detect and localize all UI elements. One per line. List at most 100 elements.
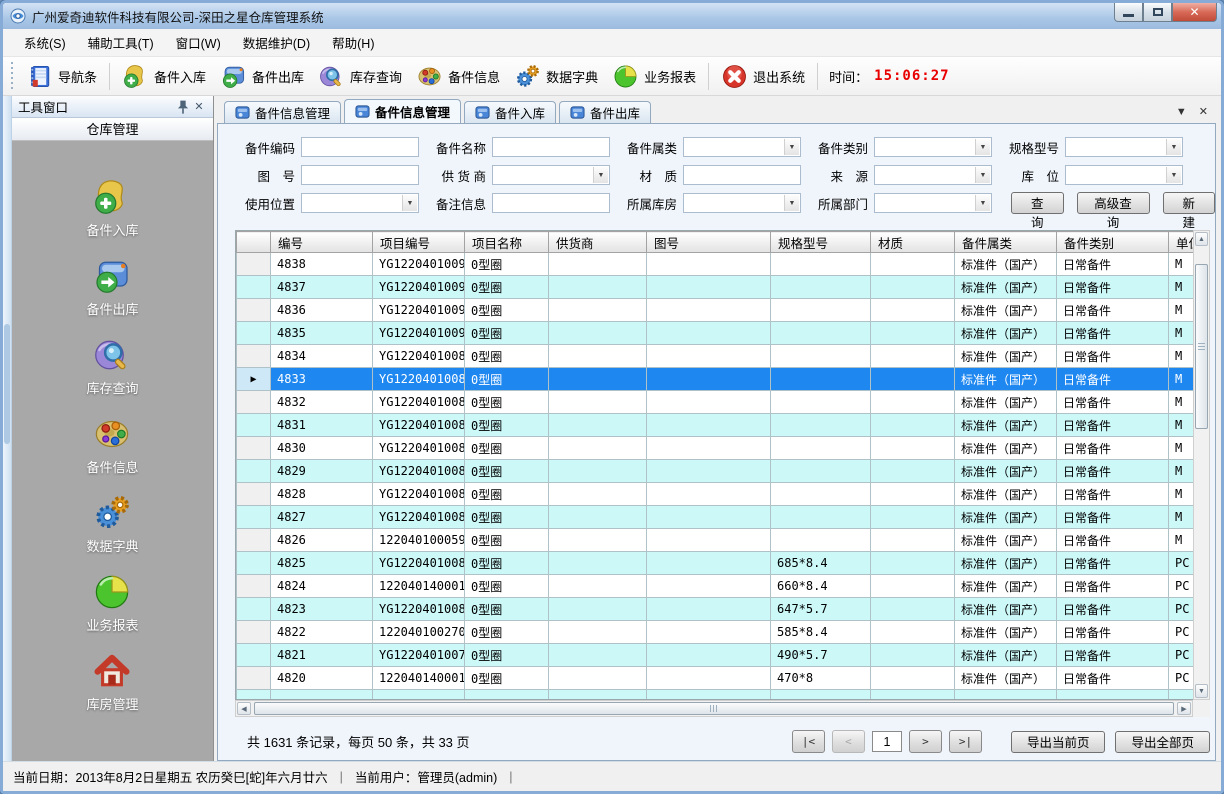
table-cell[interactable]: YG12204010079 bbox=[373, 644, 465, 667]
table-cell[interactable]: 标准件（国产） bbox=[955, 460, 1057, 483]
vertical-scroll-thumb[interactable] bbox=[1195, 264, 1208, 429]
table-row[interactable] bbox=[237, 690, 1194, 701]
table-cell[interactable]: 0型圈 bbox=[465, 437, 549, 460]
scroll-up-icon[interactable]: ▲ bbox=[1195, 232, 1208, 246]
table-cell[interactable]: 日常备件 bbox=[1057, 552, 1169, 575]
table-cell[interactable]: M bbox=[1169, 483, 1194, 506]
table-row[interactable]: 4828YG122040100830型圈标准件（国产）日常备件M bbox=[237, 483, 1194, 506]
table-cell[interactable]: 4834 bbox=[271, 345, 373, 368]
row-selector-cell[interactable] bbox=[237, 529, 271, 552]
table-row[interactable]: 4836YG122040100910型圈标准件（国产）日常备件M bbox=[237, 299, 1194, 322]
table-row[interactable]: 4832YG122040100870型圈标准件（国产）日常备件M bbox=[237, 391, 1194, 414]
table-cell[interactable] bbox=[871, 506, 955, 529]
table-cell[interactable]: PC bbox=[1169, 667, 1194, 690]
row-selector-cell[interactable] bbox=[237, 391, 271, 414]
column-header[interactable]: 编号 bbox=[271, 232, 373, 253]
table-cell[interactable] bbox=[647, 506, 771, 529]
table-cell[interactable]: M bbox=[1169, 437, 1194, 460]
scroll-right-icon[interactable]: ▶ bbox=[1177, 702, 1191, 715]
table-cell[interactable]: YG12204010082 bbox=[373, 506, 465, 529]
table-cell[interactable]: YG12204010083 bbox=[373, 483, 465, 506]
table-cell[interactable] bbox=[647, 253, 771, 276]
maximize-button[interactable] bbox=[1143, 3, 1172, 22]
column-header[interactable]: 单位 bbox=[1169, 232, 1194, 253]
table-row[interactable]: 482412204014000120型圈660*8.4标准件（国产）日常备件PC bbox=[237, 575, 1194, 598]
sidebar-item-report[interactable]: 业务报表 bbox=[86, 572, 138, 634]
table-cell[interactable]: 0型圈 bbox=[465, 529, 549, 552]
sidebar-scrollbar-thumb[interactable] bbox=[4, 324, 10, 444]
table-cell[interactable]: YG12204010087 bbox=[373, 391, 465, 414]
table-cell[interactable]: 0型圈 bbox=[465, 483, 549, 506]
page-number-input[interactable] bbox=[872, 731, 902, 752]
table-cell[interactable] bbox=[955, 690, 1057, 701]
table-cell[interactable]: 0型圈 bbox=[465, 644, 549, 667]
row-selector-cell[interactable] bbox=[237, 345, 271, 368]
spec-model-select[interactable]: ▼ bbox=[1065, 137, 1183, 157]
table-cell[interactable] bbox=[871, 391, 955, 414]
table-cell[interactable] bbox=[771, 345, 871, 368]
next-page-button[interactable]: > bbox=[909, 730, 942, 753]
table-cell[interactable] bbox=[771, 253, 871, 276]
table-cell[interactable]: 日常备件 bbox=[1057, 368, 1169, 391]
table-cell[interactable]: 日常备件 bbox=[1057, 644, 1169, 667]
tab-spare-info-mgmt-2[interactable]: 备件信息管理 bbox=[344, 99, 461, 123]
table-row[interactable]: 4835YG122040100900型圈标准件（国产）日常备件M bbox=[237, 322, 1194, 345]
sidebar-item-spare-in[interactable]: 备件入库 bbox=[86, 177, 138, 239]
table-cell[interactable] bbox=[647, 575, 771, 598]
table-cell[interactable] bbox=[647, 598, 771, 621]
query-button[interactable]: 查询 bbox=[1011, 192, 1064, 214]
table-cell[interactable]: M bbox=[1169, 276, 1194, 299]
table-cell[interactable] bbox=[647, 552, 771, 575]
table-cell[interactable] bbox=[549, 460, 647, 483]
table-cell[interactable] bbox=[647, 621, 771, 644]
table-cell[interactable]: 日常备件 bbox=[1057, 437, 1169, 460]
table-cell[interactable]: 标准件（国产） bbox=[955, 345, 1057, 368]
table-cell[interactable] bbox=[771, 414, 871, 437]
table-cell[interactable] bbox=[871, 322, 955, 345]
table-cell[interactable]: YG12204010084 bbox=[373, 460, 465, 483]
spare-category-select[interactable]: ▼ bbox=[683, 137, 801, 157]
table-cell[interactable] bbox=[647, 391, 771, 414]
row-selector-cell[interactable] bbox=[237, 299, 271, 322]
table-cell[interactable]: 日常备件 bbox=[1057, 575, 1169, 598]
table-cell[interactable]: 标准件（国产） bbox=[955, 506, 1057, 529]
row-selector-cell[interactable] bbox=[237, 667, 271, 690]
table-cell[interactable] bbox=[1169, 690, 1194, 701]
row-selector-cell[interactable] bbox=[237, 621, 271, 644]
warehouse-select[interactable]: ▼ bbox=[683, 193, 801, 213]
scroll-down-icon[interactable]: ▼ bbox=[1195, 684, 1208, 698]
column-header[interactable] bbox=[237, 232, 271, 253]
table-cell[interactable]: 685*8.4 bbox=[771, 552, 871, 575]
table-cell[interactable]: 4831 bbox=[271, 414, 373, 437]
table-cell[interactable] bbox=[549, 598, 647, 621]
table-cell[interactable]: M bbox=[1169, 345, 1194, 368]
minimize-button[interactable] bbox=[1114, 3, 1143, 22]
table-cell[interactable] bbox=[647, 345, 771, 368]
table-cell[interactable]: 4835 bbox=[271, 322, 373, 345]
row-selector-cell[interactable] bbox=[237, 575, 271, 598]
table-cell[interactable]: YG12204010090 bbox=[373, 322, 465, 345]
column-header[interactable]: 项目名称 bbox=[465, 232, 549, 253]
table-cell[interactable]: 647*5.7 bbox=[771, 598, 871, 621]
row-selector-cell[interactable] bbox=[237, 483, 271, 506]
table-cell[interactable]: 4837 bbox=[271, 276, 373, 299]
table-cell[interactable]: 490*5.7 bbox=[771, 644, 871, 667]
table-cell[interactable] bbox=[871, 483, 955, 506]
table-cell[interactable] bbox=[647, 690, 771, 701]
table-cell[interactable] bbox=[871, 667, 955, 690]
table-cell[interactable]: M bbox=[1169, 414, 1194, 437]
table-row[interactable]: ▶4833YG122040100880型圈标准件（国产）日常备件M bbox=[237, 368, 1194, 391]
table-cell[interactable] bbox=[871, 253, 955, 276]
table-cell[interactable]: 470*8 bbox=[771, 667, 871, 690]
table-cell[interactable]: 日常备件 bbox=[1057, 598, 1169, 621]
table-cell[interactable] bbox=[771, 506, 871, 529]
remark-input[interactable] bbox=[492, 193, 610, 213]
table-cell[interactable]: 0型圈 bbox=[465, 667, 549, 690]
column-header[interactable]: 项目编号 bbox=[373, 232, 465, 253]
table-cell[interactable] bbox=[549, 368, 647, 391]
row-selector-cell[interactable] bbox=[237, 276, 271, 299]
table-cell[interactable] bbox=[549, 506, 647, 529]
table-cell[interactable]: 4833 bbox=[271, 368, 373, 391]
supplier-select[interactable]: ▼ bbox=[492, 165, 610, 185]
table-cell[interactable] bbox=[647, 322, 771, 345]
